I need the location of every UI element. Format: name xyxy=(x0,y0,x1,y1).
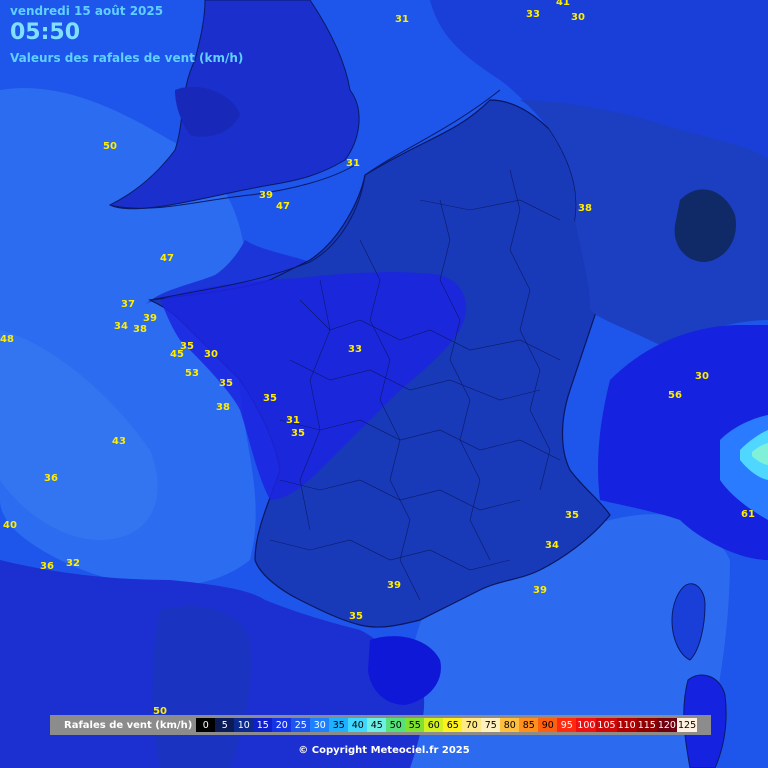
legend-bin: 105 xyxy=(596,718,617,732)
legend-bin: 20 xyxy=(272,718,292,732)
station-value: 38 xyxy=(216,402,230,413)
station-value: 56 xyxy=(668,390,682,401)
wind-gust-map: 31 33 41 30 50 31 39 47 38 47 37 39 34 3… xyxy=(0,0,768,768)
station-value: 35 xyxy=(291,428,305,439)
station-value: 39 xyxy=(533,585,547,596)
legend-bin: 30 xyxy=(310,718,330,732)
legend-bin: 45 xyxy=(367,718,387,732)
legend-bin: 0 xyxy=(196,718,216,732)
station-value: 30 xyxy=(571,12,585,23)
station-value: 48 xyxy=(0,334,14,345)
legend-bin: 125 xyxy=(676,718,698,732)
station-value: 47 xyxy=(160,253,174,264)
station-value: 35 xyxy=(565,510,579,521)
station-value: 32 xyxy=(66,558,80,569)
station-value: 31 xyxy=(395,14,409,25)
station-value: 39 xyxy=(143,313,157,324)
station-value: 40 xyxy=(3,520,17,531)
legend-bin: 90 xyxy=(538,718,558,732)
station-value: 39 xyxy=(387,580,401,591)
legend-bin: 5 xyxy=(215,718,235,732)
station-value: 34 xyxy=(114,321,128,332)
station-value: 35 xyxy=(219,378,233,389)
legend-bin: 115 xyxy=(636,718,657,732)
legend-bin: 10 xyxy=(234,718,254,732)
legend-bin: 75 xyxy=(481,718,501,732)
station-value: 30 xyxy=(204,349,218,360)
station-value: 39 xyxy=(259,190,273,201)
legend-bin: 65 xyxy=(443,718,463,732)
map-date: vendredi 15 août 2025 xyxy=(10,4,164,18)
station-value: 50 xyxy=(103,141,117,152)
station-value: 41 xyxy=(556,0,570,8)
legend-bin: 80 xyxy=(500,718,520,732)
station-value: 33 xyxy=(348,344,362,355)
legend-bin: 70 xyxy=(462,718,482,732)
legend-bin: 15 xyxy=(253,718,273,732)
legend-bin: 55 xyxy=(405,718,425,732)
legend-bin: 120 xyxy=(656,718,677,732)
legend-bin: 35 xyxy=(329,718,349,732)
legend-bin: 100 xyxy=(576,718,597,732)
station-value: 37 xyxy=(121,299,135,310)
station-value: 61 xyxy=(741,509,755,520)
iberia-dark-plateau xyxy=(152,606,251,768)
station-value: 34 xyxy=(545,540,559,551)
legend-bin: 110 xyxy=(616,718,637,732)
station-value: 31 xyxy=(286,415,300,426)
station-value: 35 xyxy=(263,393,277,404)
legend-bin: 60 xyxy=(424,718,444,732)
station-value: 30 xyxy=(695,371,709,382)
legend-bin: 25 xyxy=(291,718,311,732)
station-value: 36 xyxy=(44,473,58,484)
map-time: 05:50 xyxy=(10,20,81,45)
map-subtitle: Valeurs des rafales de vent (km/h) xyxy=(10,51,244,65)
legend-title: Rafales de vent (km/h) xyxy=(64,719,193,731)
legend-bin: 85 xyxy=(519,718,539,732)
copyright-notice: © Copyright Meteociel.fr 2025 xyxy=(298,745,470,756)
station-value: 47 xyxy=(276,201,290,212)
station-value: 33 xyxy=(526,9,540,20)
legend-bin: 50 xyxy=(386,718,406,732)
station-value: 38 xyxy=(133,324,147,335)
station-value: 31 xyxy=(346,158,360,169)
station-value: 45 xyxy=(170,349,184,360)
station-value: 36 xyxy=(40,561,54,572)
station-value: 53 xyxy=(185,368,199,379)
station-value: 35 xyxy=(349,611,363,622)
legend-bin: 95 xyxy=(557,718,577,732)
station-value: 38 xyxy=(578,203,592,214)
legend-bins: 0 5 10 15 20 25 30 35 40 45 50 55 60 65 70 75 80 85 90 95 10… xyxy=(196,718,698,732)
legend-bin: 40 xyxy=(348,718,368,732)
color-legend: Rafales de vent (km/h) 0 5 10 15 20 25 30 35 40 4… xyxy=(50,715,711,735)
station-value: 43 xyxy=(112,436,126,447)
